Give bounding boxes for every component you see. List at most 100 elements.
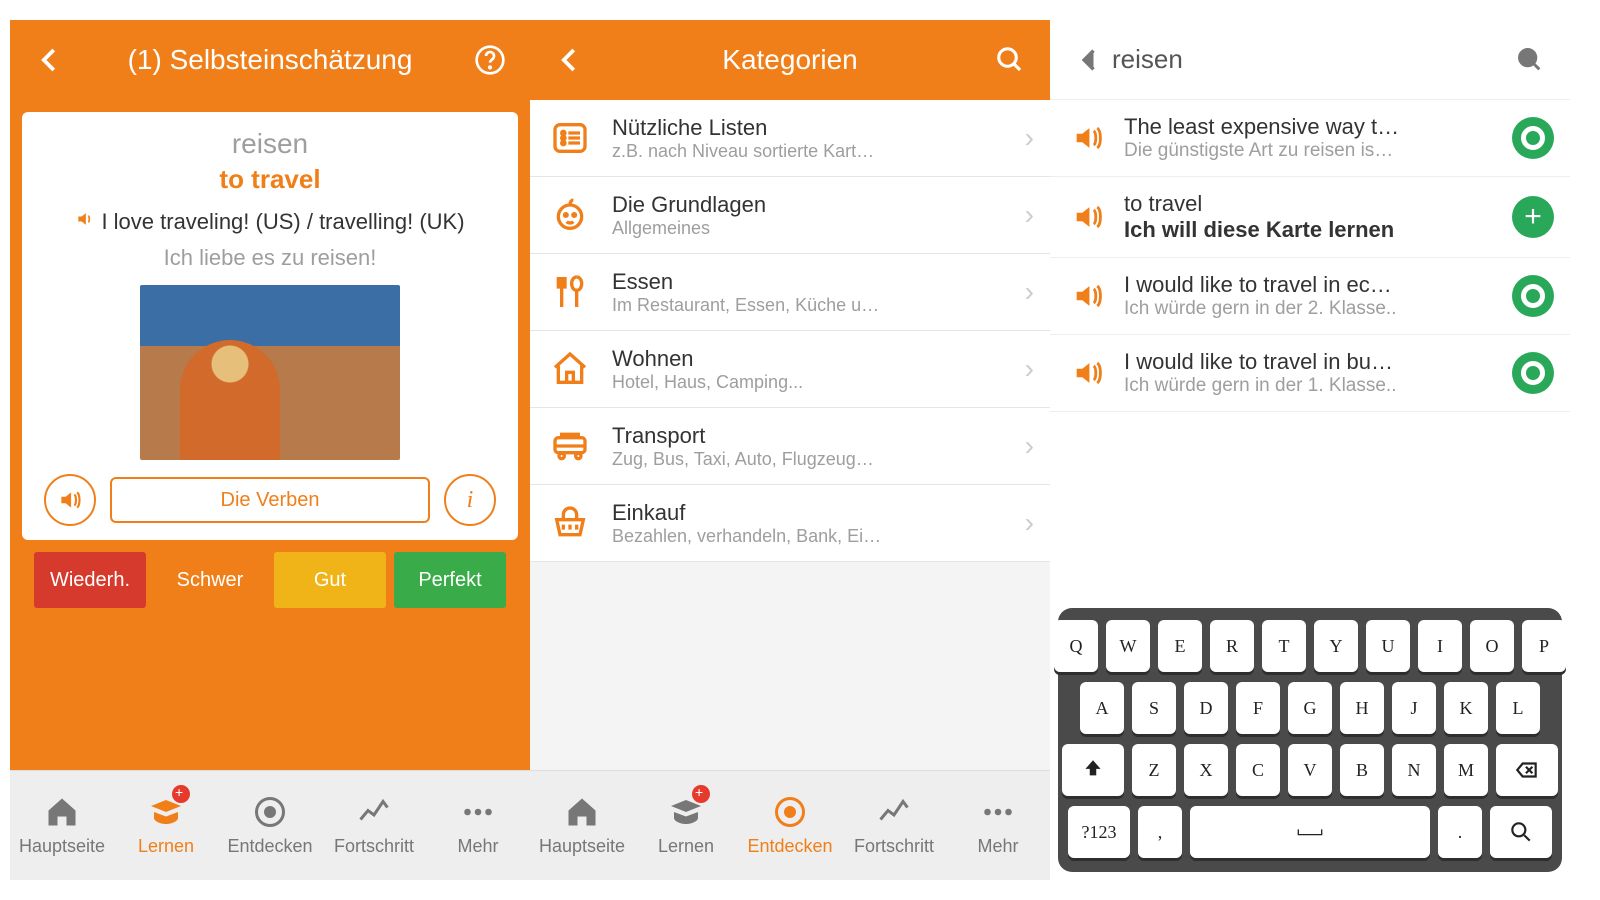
play-audio-button[interactable] bbox=[1066, 116, 1110, 160]
category-row[interactable]: TransportZug, Bus, Taxi, Auto, Flugzeug…… bbox=[530, 408, 1050, 485]
category-row[interactable]: WohnenHotel, Haus, Camping... › bbox=[530, 331, 1050, 408]
tab-home[interactable]: Hauptseite bbox=[530, 771, 634, 880]
result-row[interactable]: to travelIch will diese Karte lernen+ bbox=[1050, 177, 1570, 258]
key-p[interactable]: P bbox=[1522, 620, 1566, 672]
result-row[interactable]: The least expensive way t…Die günstigste… bbox=[1050, 100, 1570, 177]
chevron-right-icon: › bbox=[1025, 430, 1034, 462]
key-j[interactable]: J bbox=[1392, 682, 1436, 734]
help-button[interactable] bbox=[468, 38, 512, 82]
key-shift[interactable] bbox=[1062, 744, 1124, 796]
tab-discover[interactable]: Entdecken bbox=[738, 771, 842, 880]
learn-badge-icon bbox=[692, 785, 710, 803]
result-row[interactable]: I would like to travel in ec…Ich würde g… bbox=[1050, 258, 1570, 335]
key-m[interactable]: M bbox=[1444, 744, 1488, 796]
back-button[interactable] bbox=[1068, 38, 1112, 82]
category-title: Wohnen bbox=[612, 346, 1007, 372]
key-comma[interactable]: , bbox=[1138, 806, 1182, 858]
result-subtitle: Die günstigste Art zu reisen is… bbox=[1124, 140, 1498, 162]
word-translation: to travel bbox=[219, 164, 320, 195]
result-subtitle: Ich würde gern in der 2. Klasse.. bbox=[1124, 298, 1498, 320]
key-v[interactable]: V bbox=[1288, 744, 1332, 796]
key-k[interactable]: K bbox=[1444, 682, 1488, 734]
audio-icon[interactable] bbox=[75, 209, 95, 235]
key-n[interactable]: N bbox=[1392, 744, 1436, 796]
key-t[interactable]: T bbox=[1262, 620, 1306, 672]
search-header: reisen bbox=[1050, 20, 1570, 100]
result-title: I would like to travel in ec… bbox=[1124, 272, 1498, 298]
play-audio-button[interactable] bbox=[1066, 351, 1110, 395]
key-space[interactable] bbox=[1190, 806, 1430, 858]
info-button[interactable]: i bbox=[444, 474, 496, 526]
key-s[interactable]: S bbox=[1132, 682, 1176, 734]
back-button[interactable] bbox=[28, 38, 72, 82]
tab-progress[interactable]: Fortschritt bbox=[322, 771, 426, 880]
key-x[interactable]: X bbox=[1184, 744, 1228, 796]
key-l[interactable]: L bbox=[1496, 682, 1540, 734]
key-q[interactable]: Q bbox=[1054, 620, 1098, 672]
key-h[interactable]: H bbox=[1340, 682, 1384, 734]
search-button[interactable] bbox=[988, 38, 1032, 82]
category-row[interactable]: Die GrundlagenAllgemeines› bbox=[530, 177, 1050, 254]
search-input[interactable]: reisen bbox=[1112, 44, 1508, 75]
category-title: Transport bbox=[612, 423, 1007, 449]
target-button[interactable] bbox=[1512, 352, 1554, 394]
key-period[interactable]: . bbox=[1438, 806, 1482, 858]
tab-discover[interactable]: Entdecken bbox=[218, 771, 322, 880]
flashcard-image bbox=[140, 285, 400, 460]
rate-hard[interactable]: Schwer bbox=[154, 552, 266, 608]
list-icon bbox=[546, 114, 594, 162]
key-g[interactable]: G bbox=[1288, 682, 1332, 734]
key-c[interactable]: C bbox=[1236, 744, 1280, 796]
key-e[interactable]: E bbox=[1158, 620, 1202, 672]
key-z[interactable]: Z bbox=[1132, 744, 1176, 796]
category-row[interactable]: EssenIm Restaurant, Essen, Küche u…› bbox=[530, 254, 1050, 331]
category-chip[interactable]: Die Verben bbox=[110, 477, 430, 523]
key-backspace[interactable] bbox=[1496, 744, 1558, 796]
header-title: Kategorien bbox=[722, 44, 857, 76]
chevron-right-icon: › bbox=[1025, 199, 1034, 231]
target-button[interactable] bbox=[1512, 117, 1554, 159]
category-title: Die Grundlagen bbox=[612, 192, 1007, 218]
tab-progress[interactable]: Fortschritt bbox=[842, 771, 946, 880]
category-subtitle: Im Restaurant, Essen, Küche u… bbox=[612, 295, 932, 316]
play-audio-button[interactable] bbox=[44, 474, 96, 526]
result-subtitle: Ich würde gern in der 1. Klasse.. bbox=[1124, 375, 1498, 397]
rate-again[interactable]: Wiederh. bbox=[34, 552, 146, 608]
search-icon[interactable] bbox=[1508, 38, 1552, 82]
key-y[interactable]: Y bbox=[1314, 620, 1358, 672]
category-row[interactable]: Nützliche Listenz.B. nach Niveau sortier… bbox=[530, 100, 1050, 177]
category-row[interactable]: EinkaufBezahlen, verhandeln, Bank, Ei…› bbox=[530, 485, 1050, 562]
tab-more[interactable]: Mehr bbox=[946, 771, 1050, 880]
category-subtitle: z.B. nach Niveau sortierte Kart… bbox=[612, 141, 932, 162]
key-r[interactable]: R bbox=[1210, 620, 1254, 672]
header-title: (1) Selbsteinschätzung bbox=[128, 44, 413, 76]
tab-bar: Hauptseite Lernen Entdecken Fortschritt … bbox=[530, 770, 1050, 880]
key-f[interactable]: F bbox=[1236, 682, 1280, 734]
key-w[interactable]: W bbox=[1106, 620, 1150, 672]
back-button[interactable] bbox=[548, 38, 592, 82]
example-de: Ich liebe es zu reisen! bbox=[164, 245, 377, 271]
key-d[interactable]: D bbox=[1184, 682, 1228, 734]
key-u[interactable]: U bbox=[1366, 620, 1410, 672]
tab-more[interactable]: Mehr bbox=[426, 771, 530, 880]
key-search[interactable] bbox=[1490, 806, 1552, 858]
category-title: Einkauf bbox=[612, 500, 1007, 526]
play-audio-button[interactable] bbox=[1066, 195, 1110, 239]
key-symbols[interactable]: ?123 bbox=[1068, 806, 1130, 858]
tab-home[interactable]: Hauptseite bbox=[10, 771, 114, 880]
add-button[interactable]: + bbox=[1512, 196, 1554, 238]
category-subtitle: Hotel, Haus, Camping... bbox=[612, 372, 932, 393]
flashcard: reisen to travel I love traveling! (US) … bbox=[22, 112, 518, 540]
rate-perfect[interactable]: Perfekt bbox=[394, 552, 506, 608]
rate-good[interactable]: Gut bbox=[274, 552, 386, 608]
result-row[interactable]: I would like to travel in bu…Ich würde g… bbox=[1050, 335, 1570, 412]
chevron-right-icon: › bbox=[1025, 353, 1034, 385]
tab-learn[interactable]: Lernen bbox=[114, 771, 218, 880]
key-o[interactable]: O bbox=[1470, 620, 1514, 672]
target-button[interactable] bbox=[1512, 275, 1554, 317]
key-a[interactable]: A bbox=[1080, 682, 1124, 734]
play-audio-button[interactable] bbox=[1066, 274, 1110, 318]
key-b[interactable]: B bbox=[1340, 744, 1384, 796]
key-i[interactable]: I bbox=[1418, 620, 1462, 672]
tab-learn[interactable]: Lernen bbox=[634, 771, 738, 880]
